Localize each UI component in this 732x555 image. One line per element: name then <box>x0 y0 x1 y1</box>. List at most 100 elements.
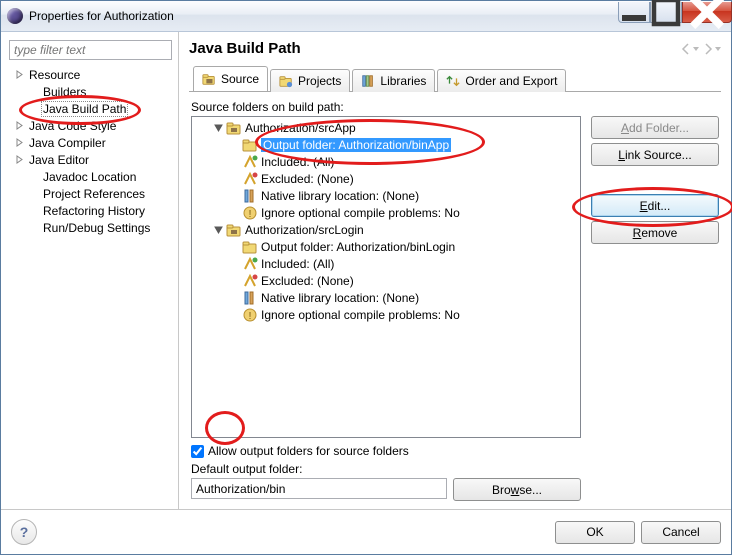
tab-projects[interactable]: Projects <box>270 69 350 92</box>
expander-icon[interactable] <box>27 205 39 217</box>
svg-text:!: ! <box>249 311 252 322</box>
libraries-icon <box>361 74 375 88</box>
default-output-label: Default output folder: <box>191 462 581 476</box>
nav-item[interactable]: Run/Debug Settings <box>9 219 172 236</box>
page-title: Java Build Path <box>189 40 301 57</box>
nav-item[interactable]: Java Build Path <box>9 100 172 117</box>
default-output-input[interactable] <box>191 478 447 499</box>
order-export-icon <box>446 74 460 88</box>
nav-item[interactable]: Refactoring History <box>9 202 172 219</box>
content-pane: Java Build Path <box>179 32 731 509</box>
source-tree-row[interactable]: Authorization/srcLogin <box>192 221 580 238</box>
source-tree-row[interactable]: Included: (All) <box>192 153 580 170</box>
titlebar: Properties for Authorization <box>1 1 731 32</box>
back-button[interactable] <box>679 41 699 57</box>
source-tree-row[interactable]: Authorization/srcApp <box>192 119 580 136</box>
expander-icon[interactable] <box>27 171 39 183</box>
eclipse-icon <box>7 8 23 24</box>
nav-item[interactable]: Javadoc Location <box>9 168 172 185</box>
source-tree-row[interactable]: Output folder: Authorization/binApp <box>192 136 580 153</box>
nav-item[interactable]: Java Code Style <box>9 117 172 134</box>
remove-button[interactable]: Remove <box>591 221 719 244</box>
nav-item-label: Java Code Style <box>27 119 118 133</box>
help-button[interactable]: ? <box>11 519 37 545</box>
pkg-icon <box>226 120 242 136</box>
exc-icon <box>242 171 258 187</box>
navigation-pane: ResourceBuildersJava Build Path Java Code… <box>1 32 179 509</box>
tab-label: Order and Export <box>465 74 557 88</box>
source-tree-label: Output folder: Authorization/binApp <box>261 138 451 152</box>
allow-output-checkbox[interactable]: Allow output folders for source folders <box>191 444 581 458</box>
source-tree-label: Authorization/srcLogin <box>245 223 364 237</box>
source-tree-label: Excluded: (None) <box>261 172 354 186</box>
source-folders-tree[interactable]: Authorization/srcApp Output folder: Autho… <box>191 116 581 438</box>
tab-libraries[interactable]: Libraries <box>352 69 435 92</box>
source-tree-label: Included: (All) <box>261 155 334 169</box>
nav-item-label: Java Compiler <box>27 136 108 150</box>
nav-item[interactable]: Resource <box>9 66 172 83</box>
add-folder-button[interactable]: Add Folder... <box>591 116 719 139</box>
window-title: Properties for Authorization <box>29 9 618 23</box>
source-tree-row[interactable]: Excluded: (None) <box>192 170 580 187</box>
nav-item-label: Project References <box>41 187 147 201</box>
nav-item-label: Java Build Path <box>41 101 128 117</box>
expander-icon[interactable] <box>13 120 25 132</box>
nav-item-label: Refactoring History <box>41 204 147 218</box>
nav-item-label: Java Editor <box>27 153 91 167</box>
tab-source[interactable]: Source <box>193 66 268 91</box>
source-folder-icon <box>202 72 216 86</box>
allow-output-input[interactable] <box>191 445 204 458</box>
ok-button[interactable]: OK <box>555 521 635 544</box>
nav-item-label: Run/Debug Settings <box>41 221 152 235</box>
source-tree-row[interactable]: Included: (All) <box>192 255 580 272</box>
expander-icon[interactable] <box>27 103 39 115</box>
nav-item[interactable]: Java Editor <box>9 151 172 168</box>
svg-text:!: ! <box>249 209 252 220</box>
nav-item[interactable]: Project References <box>9 185 172 202</box>
forward-button[interactable] <box>701 41 721 57</box>
expander-icon[interactable] <box>13 69 25 81</box>
lib-icon <box>242 290 258 306</box>
browse-button[interactable]: Browse... <box>453 478 581 501</box>
allow-output-label: Allow output folders for source folders <box>208 444 409 458</box>
nav-item-label: Resource <box>27 68 82 82</box>
edit-button[interactable]: Edit... <box>591 194 719 217</box>
exc-icon <box>242 273 258 289</box>
expander-icon[interactable] <box>27 188 39 200</box>
expander-icon[interactable] <box>212 224 224 236</box>
tab-order-export[interactable]: Order and Export <box>437 69 566 92</box>
expander-icon[interactable] <box>27 222 39 234</box>
source-tree-label: Ignore optional compile problems: No <box>261 308 460 322</box>
nav-item[interactable]: Java Compiler <box>9 134 172 151</box>
cancel-button[interactable]: Cancel <box>641 521 721 544</box>
filter-input[interactable] <box>9 40 172 60</box>
ign-icon: ! <box>242 205 258 221</box>
lib-icon <box>242 188 258 204</box>
source-tree-label: Authorization/srcApp <box>245 121 356 135</box>
source-tree-row[interactable]: Excluded: (None) <box>192 272 580 289</box>
minimize-button[interactable] <box>618 2 650 23</box>
expander-icon[interactable] <box>13 154 25 166</box>
source-tree-row[interactable]: Output folder: Authorization/binLogin <box>192 238 580 255</box>
expander-icon[interactable] <box>13 137 25 149</box>
source-tree-row[interactable]: Native library location: (None) <box>192 187 580 204</box>
nav-item[interactable]: Builders <box>9 83 172 100</box>
source-tree-row[interactable]: !Ignore optional compile problems: No <box>192 204 580 221</box>
close-button[interactable] <box>682 2 732 23</box>
maximize-button[interactable] <box>650 2 682 23</box>
inc-icon <box>242 154 258 170</box>
link-source-button[interactable]: Link Source... <box>591 143 719 166</box>
fld-icon <box>242 239 258 255</box>
source-tree-row[interactable]: ! Ignore optional compile problems: No <box>192 306 580 323</box>
source-tree-row[interactable]: Native library location: (None) <box>192 289 580 306</box>
expander-icon[interactable] <box>27 86 39 98</box>
ign-icon: ! <box>242 307 258 323</box>
projects-icon <box>279 74 293 88</box>
expander-icon[interactable] <box>212 122 224 134</box>
source-tree-label: Native library location: (None) <box>261 291 419 305</box>
pkg-icon <box>226 222 242 238</box>
source-tree-label: Native library location: (None) <box>261 189 419 203</box>
category-tree[interactable]: ResourceBuildersJava Build Path Java Code… <box>9 66 172 501</box>
dialog-footer: ? OK Cancel <box>1 509 731 554</box>
source-tree-label: Included: (All) <box>261 257 334 271</box>
